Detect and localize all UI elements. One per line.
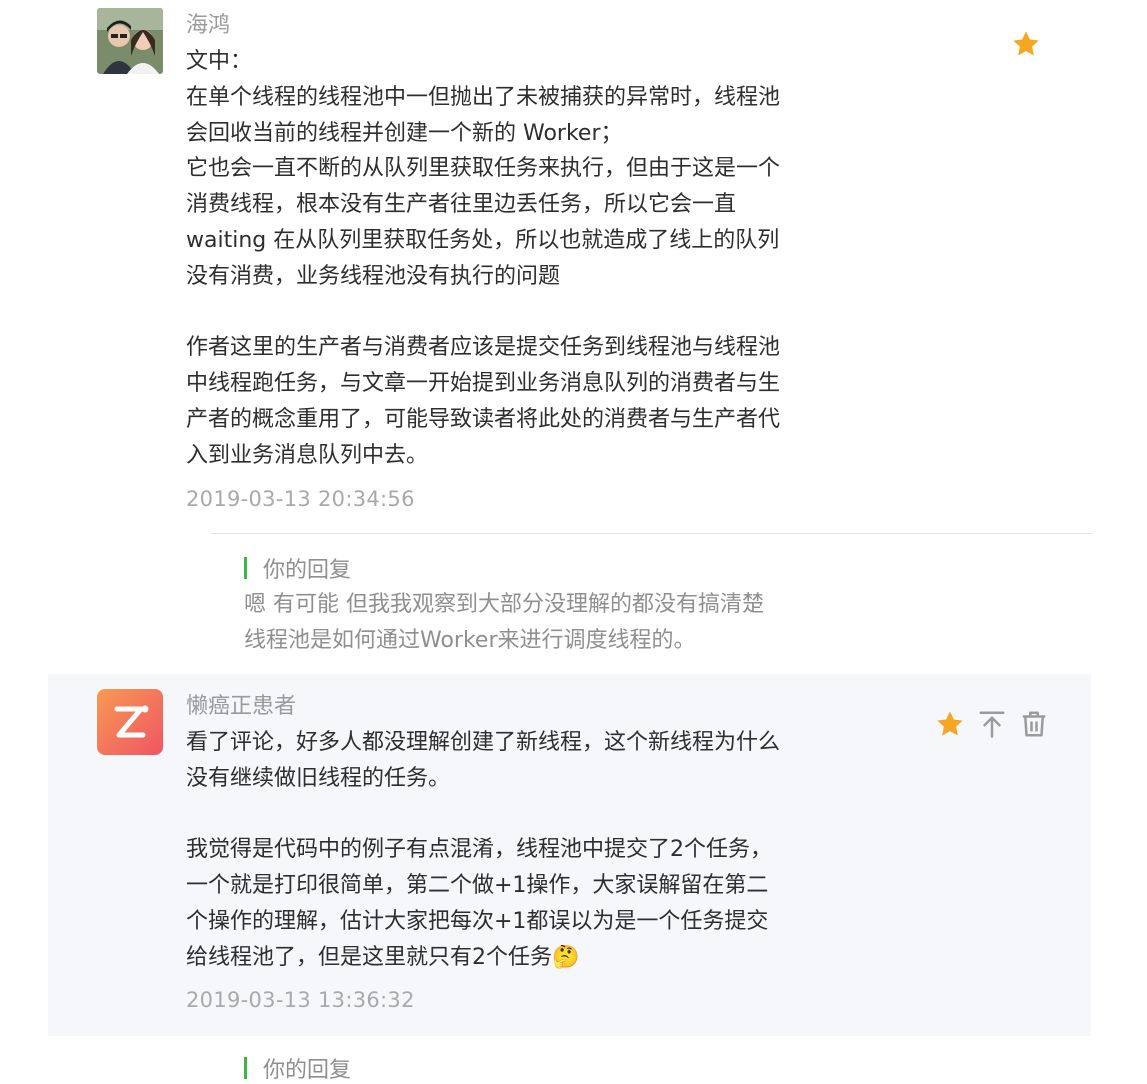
star-icon[interactable]: [934, 708, 966, 740]
comment-1: 海鸿 文中： 在单个线程的线程池中一但抛出了未被捕获的异常时，线程池会回收当前的…: [0, 0, 1147, 540]
reply-accent-bar: [244, 557, 247, 579]
avatar[interactable]: [97, 8, 163, 74]
reply-label: 你的回复: [263, 558, 352, 583]
avatar[interactable]: [97, 689, 163, 755]
avatar-logo: [97, 689, 163, 755]
comment-timestamp: 2019-03-13 13:36:32: [186, 988, 415, 1012]
comment-author: 海鸿: [186, 13, 231, 38]
pin-top-icon[interactable]: [976, 708, 1008, 740]
divider: [211, 533, 1092, 534]
avatar-photo: [97, 8, 163, 74]
comment-timestamp: 2019-03-13 20:34:56: [186, 487, 415, 511]
reply-accent-bar: [244, 1057, 247, 1079]
comment-2: 懒癌正患者 看了评论，好多人都没理解创建了新线程，这个新线程为什么没有继续做旧线…: [48, 674, 1091, 1036]
comment-author: 懒癌正患者: [186, 694, 297, 719]
reply-label: 你的回复: [263, 1058, 352, 1083]
comment-content: 文中： 在单个线程的线程池中一但抛出了未被捕获的异常时，线程池会回收当前的线程并…: [186, 49, 781, 468]
star-icon[interactable]: [1010, 28, 1042, 60]
trash-icon[interactable]: [1018, 708, 1050, 740]
comment-content: 看了评论，好多人都没理解创建了新线程，这个新线程为什么没有继续做旧线程的任务。 …: [186, 730, 781, 970]
comment-actions: [1010, 28, 1042, 60]
author-reply: 你的回复: [244, 1052, 944, 1084]
comment-actions: [934, 708, 1050, 740]
author-reply: 你的回复 嗯 有可能 但我我观察到大部分没理解的都没有搞清楚 线程池是如何通过W…: [244, 552, 944, 658]
reply-text: 嗯 有可能 但我我观察到大部分没理解的都没有搞清楚 线程池是如何通过Worker…: [244, 592, 764, 653]
